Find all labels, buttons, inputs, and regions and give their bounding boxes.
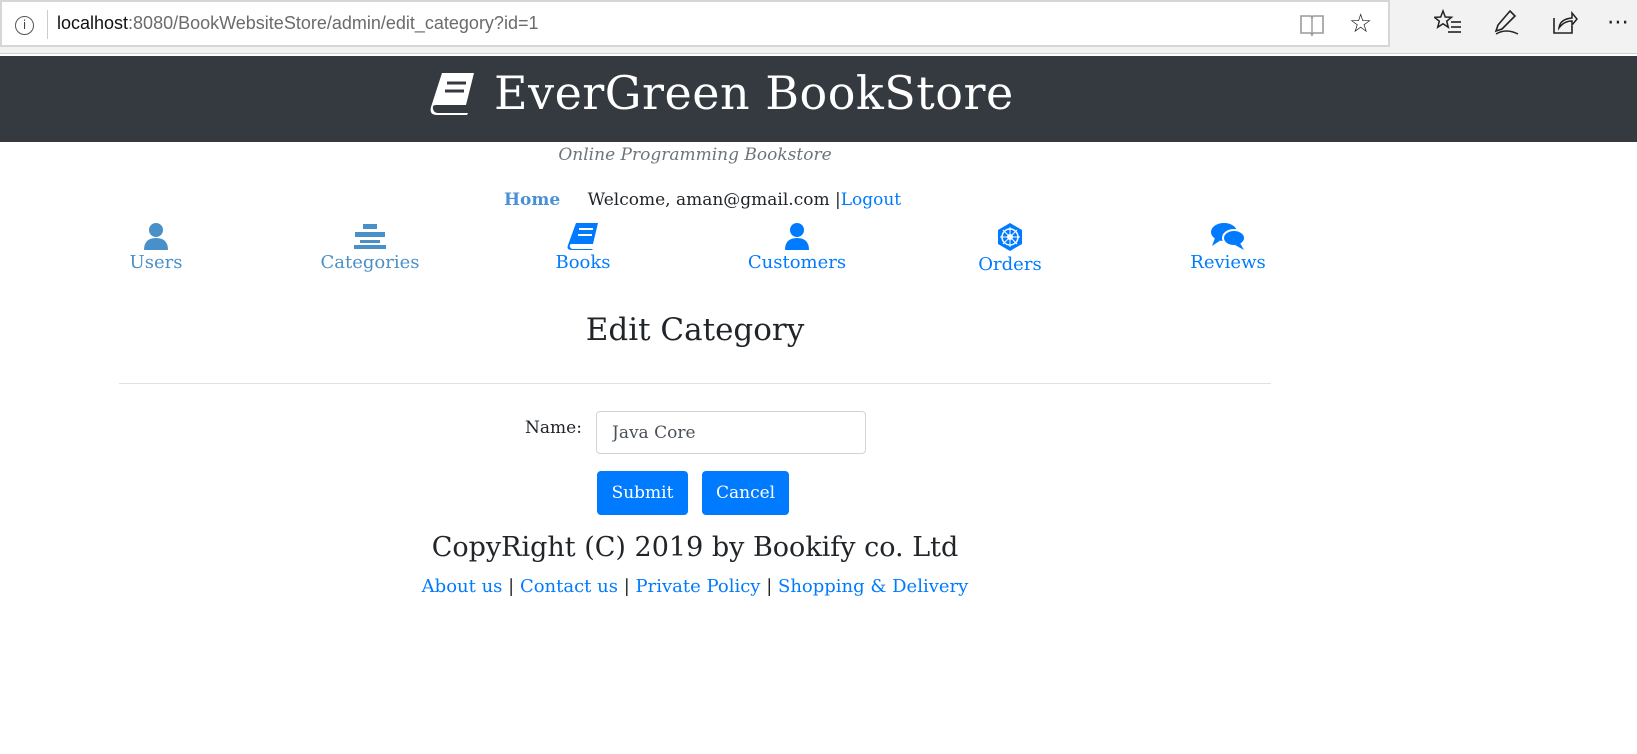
top-nav: Home Welcome, aman@gmail.com |Logout bbox=[504, 190, 901, 210]
welcome-text: Welcome, aman@gmail.com | bbox=[587, 190, 841, 210]
address-bar[interactable]: i localhost:8080/BookWebsiteStore/admin/… bbox=[0, 0, 1390, 47]
url-text[interactable]: localhost:8080/BookWebsiteStore/admin/ed… bbox=[57, 13, 538, 34]
footer-link-privacy[interactable]: Private Policy bbox=[636, 576, 761, 597]
menu-item-orders[interactable]: Orders bbox=[930, 222, 1090, 275]
menu-label-customers: Customers bbox=[747, 252, 847, 273]
footer-links: About us | Contact us | Private Policy |… bbox=[0, 576, 1390, 597]
copyright-text: CopyRight (C) 2019 by Bookify co. Ltd bbox=[431, 532, 959, 563]
favorites-list-icon[interactable] bbox=[1432, 8, 1462, 43]
browser-toolbar: i localhost:8080/BookWebsiteStore/admin/… bbox=[0, 0, 1637, 54]
favorite-star-icon[interactable]: ☆ bbox=[1349, 10, 1372, 38]
menu-item-users[interactable]: Users bbox=[76, 222, 236, 273]
footer-link-contact[interactable]: Contact us bbox=[520, 576, 618, 597]
reading-view-icon[interactable] bbox=[1299, 13, 1325, 37]
site-header: EverGreen BookStore bbox=[0, 56, 1637, 142]
brand[interactable]: EverGreen BookStore bbox=[430, 66, 1014, 120]
book-icon bbox=[567, 223, 598, 250]
menu-item-books[interactable]: Books bbox=[503, 222, 663, 273]
tagline: Online Programming Bookstore bbox=[558, 145, 832, 165]
categories-icon bbox=[354, 224, 386, 249]
submit-button[interactable]: Submit bbox=[597, 471, 688, 515]
menu-label-categories: Categories bbox=[320, 252, 420, 273]
home-link[interactable]: Home bbox=[504, 190, 560, 210]
menu-label-reviews: Reviews bbox=[1190, 252, 1266, 273]
name-input[interactable] bbox=[596, 411, 866, 454]
more-options-icon[interactable]: ⋯ bbox=[1607, 8, 1629, 38]
customer-icon bbox=[785, 223, 809, 250]
menu-item-reviews[interactable]: Reviews bbox=[1148, 222, 1308, 273]
menu-label-books: Books bbox=[555, 252, 611, 273]
footer-link-shopping[interactable]: Shopping & Delivery bbox=[778, 576, 968, 597]
info-icon[interactable]: i bbox=[15, 16, 34, 35]
user-icon bbox=[144, 223, 168, 250]
divider bbox=[119, 383, 1271, 384]
footer-separator: | bbox=[502, 576, 520, 597]
orders-icon bbox=[998, 223, 1022, 251]
book-logo-icon bbox=[430, 73, 474, 115]
logout-link[interactable]: Logout bbox=[841, 190, 901, 210]
address-separator bbox=[47, 10, 48, 39]
share-icon[interactable] bbox=[1550, 8, 1578, 43]
site-title: EverGreen BookStore bbox=[494, 66, 1014, 120]
menu-item-categories[interactable]: Categories bbox=[290, 222, 450, 273]
reviews-icon bbox=[1211, 223, 1246, 250]
page-title: Edit Category bbox=[585, 312, 805, 348]
menu-item-customers[interactable]: Customers bbox=[717, 222, 877, 273]
footer-separator: | bbox=[617, 576, 636, 597]
name-label: Name: bbox=[525, 418, 582, 438]
url-path: :8080/BookWebsiteStore/admin/edit_catego… bbox=[128, 13, 539, 33]
cancel-button[interactable]: Cancel bbox=[702, 471, 789, 515]
footer-link-about[interactable]: About us bbox=[422, 576, 503, 597]
menu-label-users: Users bbox=[129, 252, 183, 273]
footer-separator: | bbox=[760, 576, 778, 597]
url-host: localhost bbox=[57, 13, 129, 33]
menu-label-orders: Orders bbox=[978, 254, 1042, 275]
pen-notes-icon[interactable] bbox=[1492, 8, 1520, 43]
